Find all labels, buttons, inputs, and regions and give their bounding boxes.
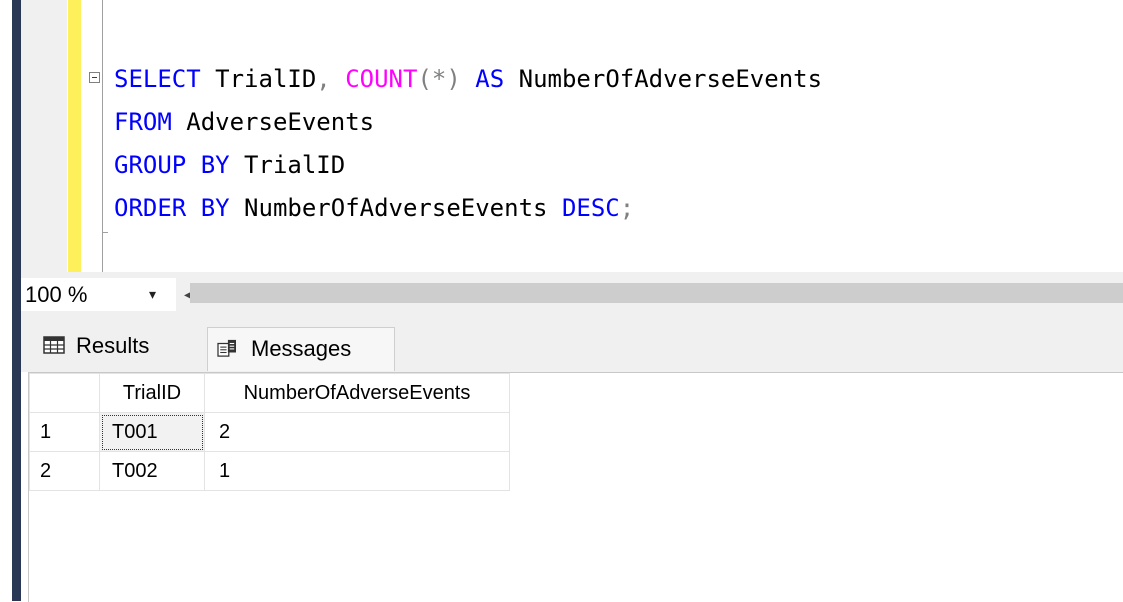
table-cell[interactable]: T002 [99,451,205,491]
sql-operator: (*) [417,65,461,93]
zoom-level: 100 % [25,282,88,307]
outline-end-tick [102,232,108,233]
results-grid[interactable]: TrialID NumberOfAdverseEvents 1 T001 2 2… [28,372,1123,602]
row-number-header[interactable] [29,373,100,413]
tab-messages-label: Messages [251,336,352,361]
code-line[interactable]: GROUP BY TrialID [114,144,822,187]
change-tracking-bar [68,0,81,272]
collapse-toggle-icon[interactable] [89,72,100,83]
sql-code[interactable]: SELECT TrialID, COUNT(*) AS NumberOfAdve… [114,58,822,230]
line-number-gutter [21,0,67,272]
sql-keyword: ORDER BY [114,194,230,222]
column-header-trialid[interactable]: TrialID [99,373,205,413]
code-line[interactable]: FROM AdverseEvents [114,101,822,144]
sql-identifier: TrialID [200,65,317,93]
results-tab-strip: Results Messages [21,313,1123,372]
sql-function: COUNT [345,65,418,93]
sql-identifier: NumberOfAdverseEvents [504,65,823,93]
tab-results-label: Results [76,333,150,358]
code-line[interactable]: ORDER BY NumberOfAdverseEvents DESC; [114,187,822,230]
header-row: TrialID NumberOfAdverseEvents [29,373,510,413]
sql-keyword: GROUP BY [114,151,230,179]
tab-results[interactable]: Results [34,323,206,369]
sql-identifier: NumberOfAdverseEvents [229,194,562,222]
zoom-select[interactable]: 100 % ▾ [21,278,176,311]
sql-keyword: DESC [561,194,620,222]
table-cell[interactable]: T001 [99,412,205,452]
sql-identifier [331,65,345,93]
sql-operator: ; [619,194,635,222]
sql-keyword: AS [475,65,505,93]
tab-messages[interactable]: Messages [207,327,395,371]
sql-operator: , [316,65,331,93]
sql-keyword: FROM [114,108,172,136]
horizontal-scrollbar[interactable] [190,283,1123,303]
results-table: TrialID NumberOfAdverseEvents 1 T001 2 2… [29,373,510,491]
table-cell[interactable]: 1 [204,451,510,491]
messages-icon [217,339,236,357]
sql-keyword: SELECT [114,65,201,93]
query-editor[interactable]: SELECT TrialID, COUNT(*) AS NumberOfAdve… [0,0,1123,272]
sql-identifier [461,65,475,93]
table-cell[interactable]: 2 [204,412,510,452]
grid-icon [43,336,65,354]
row-number[interactable]: 2 [29,451,100,491]
chevron-down-icon[interactable]: ▾ [149,278,156,311]
table-row[interactable]: 1 T001 2 [29,412,510,452]
window-left-border [12,0,21,601]
sql-identifier: AdverseEvents [171,108,375,136]
column-header-numberofadverseevents[interactable]: NumberOfAdverseEvents [204,373,510,413]
code-line[interactable]: SELECT TrialID, COUNT(*) AS NumberOfAdve… [114,58,822,101]
row-number[interactable]: 1 [29,412,100,452]
table-row[interactable]: 2 T002 1 [29,451,510,491]
sql-identifier: TrialID [229,151,346,179]
